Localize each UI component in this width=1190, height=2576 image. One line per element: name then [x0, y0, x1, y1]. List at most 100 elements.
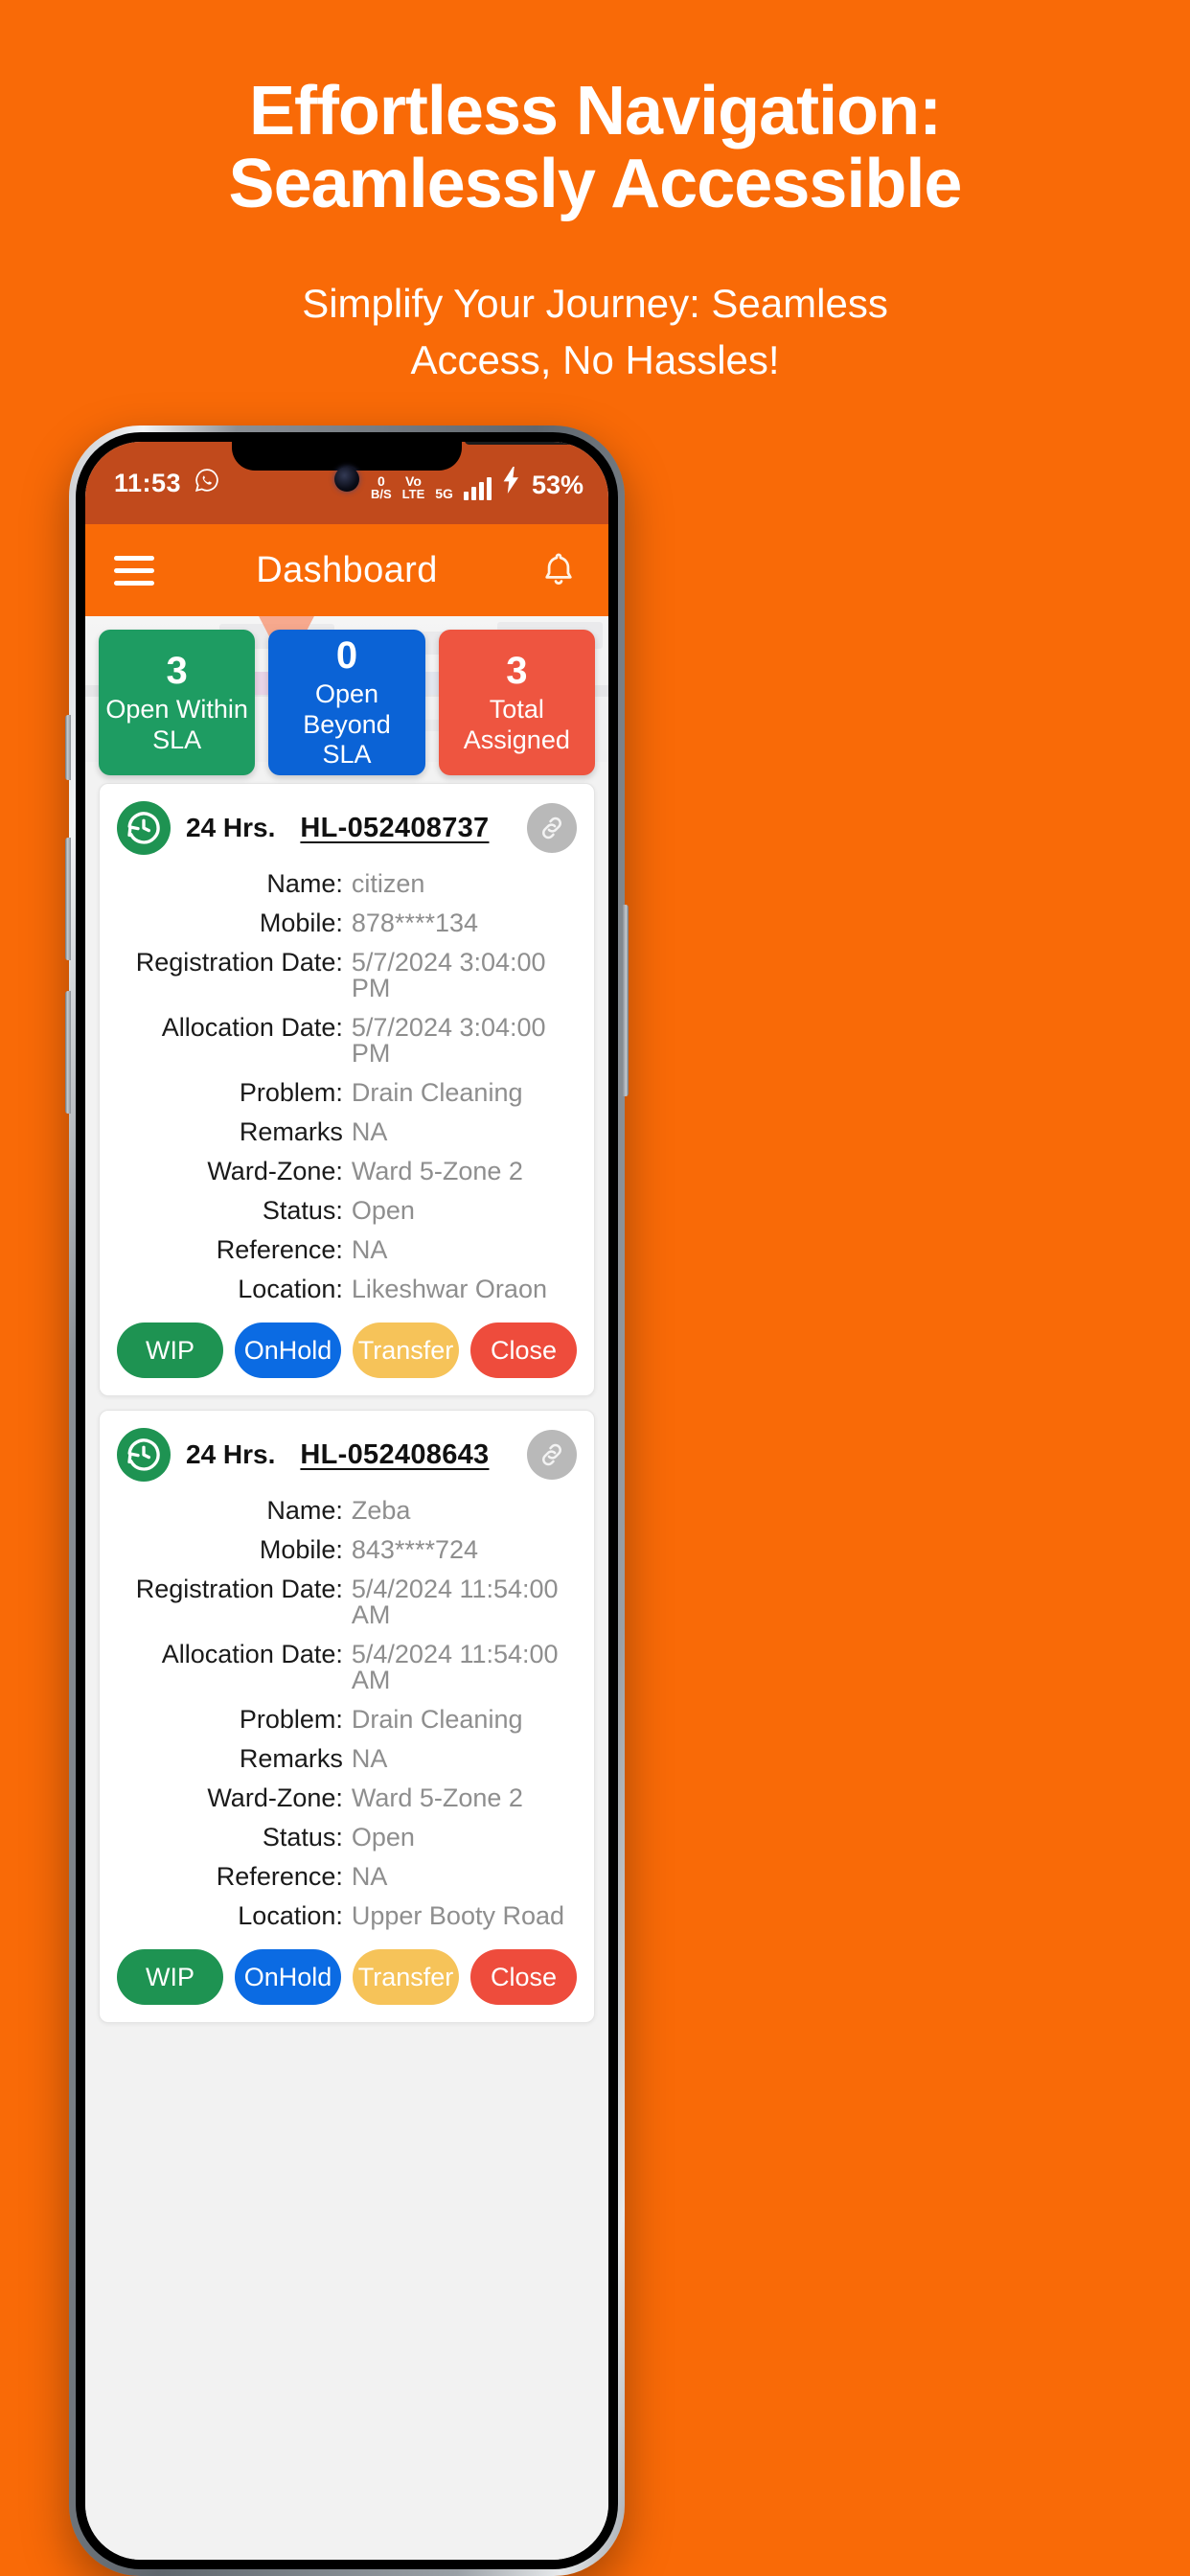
- phone-volume-up-button: [65, 838, 71, 960]
- ticket-detail-row: Location: Likeshwar Oraon: [113, 1270, 581, 1309]
- field-label: Location:: [238, 1901, 343, 1930]
- stat-label: Total Assigned: [463, 694, 570, 754]
- stat-card-2[interactable]: 0 Open Beyond SLA: [268, 630, 425, 775]
- field-value: 5/7/2024 3:04:00 PM: [351, 948, 546, 1002]
- field-label: Name:: [266, 1496, 343, 1525]
- field-value: NA: [351, 1744, 388, 1773]
- phone-volume-down-button: [65, 991, 71, 1114]
- link-chain-icon[interactable]: [527, 803, 577, 853]
- stat-value: 0: [335, 633, 358, 677]
- status-bar-right: 0 B/S Vo LTE 5G 53%: [371, 466, 584, 500]
- field-label: Ward-Zone:: [207, 1783, 343, 1812]
- ticket-detail-row: Mobile: 843****724: [113, 1530, 581, 1570]
- status-bar-left: 11:53: [114, 468, 219, 499]
- ticket-detail-row: Registration Date: 5/7/2024 3:04:00 PM: [113, 943, 581, 1008]
- ticket-detail-row: Ward-Zone: Ward 5-Zone 2: [113, 1152, 581, 1191]
- charging-bolt-icon: [502, 466, 521, 500]
- ticket-detail-row: Location: Upper Booty Road: [113, 1897, 581, 1936]
- link-chain-icon[interactable]: [527, 1430, 577, 1480]
- ticket-detail-row: Remarks NA: [113, 1113, 581, 1152]
- phone-power-button: [623, 905, 629, 1096]
- ticket-detail-row: Problem: Drain Cleaning: [113, 1700, 581, 1739]
- stat-card-row: 3 Open Within SLA 0 Open Beyond SLA 3 Total Assi…: [85, 630, 608, 775]
- whatsapp-icon: [195, 468, 219, 499]
- ticket-detail-row: Remarks NA: [113, 1739, 581, 1779]
- onhold-button[interactable]: OnHold: [235, 1949, 341, 2005]
- ticket-detail-row: Name: Zeba: [113, 1491, 581, 1530]
- field-label: Registration Date:: [135, 1575, 343, 1603]
- earpiece-speaker: [465, 442, 580, 445]
- phone-frame: 11:53 0 B/S Vo LTE 5G 53% Dashboard 3 Op…: [65, 426, 629, 2576]
- stat-value: 3: [166, 649, 188, 692]
- stat-label: Open Beyond SLA: [303, 678, 391, 770]
- ticket-detail-row: Reference: NA: [113, 1230, 581, 1270]
- field-value: NA: [351, 1862, 388, 1891]
- transfer-button[interactable]: Transfer: [353, 1949, 459, 2005]
- onhold-button[interactable]: OnHold: [235, 1322, 341, 1378]
- app-content: 3 Open Within SLA 0 Open Beyond SLA 3 Total Assi…: [85, 616, 608, 2560]
- close-button[interactable]: Close: [470, 1949, 577, 2005]
- field-label: Ward-Zone:: [207, 1157, 343, 1185]
- field-value: NA: [351, 1117, 388, 1146]
- ticket-header: 24 Hrs. HL-052408737: [113, 799, 581, 861]
- ticket-detail-row: Ward-Zone: Ward 5-Zone 2: [113, 1779, 581, 1818]
- field-label: Problem:: [239, 1078, 343, 1107]
- status-bar-clock: 11:53: [114, 468, 182, 497]
- promo-title-line-1: Effortless Navigation:: [248, 73, 942, 150]
- field-label: Registration Date:: [135, 948, 343, 977]
- field-label: Problem:: [239, 1705, 343, 1734]
- ticket-detail-row: Reference: NA: [113, 1857, 581, 1897]
- signal-strength-icon: [463, 476, 492, 500]
- field-value: NA: [351, 1235, 388, 1264]
- field-label: Mobile:: [259, 908, 343, 937]
- stat-value: 3: [506, 649, 528, 692]
- stat-label: Open Within SLA: [105, 694, 248, 754]
- ticket-detail-row: Mobile: 878****134: [113, 904, 581, 943]
- field-value: Drain Cleaning: [351, 1078, 523, 1107]
- field-value: 878****134: [351, 908, 479, 937]
- history-clock-icon: [117, 1428, 171, 1482]
- field-label: Mobile:: [259, 1535, 343, 1564]
- app-bar: Dashboard: [85, 524, 608, 616]
- field-label: Remarks: [239, 1744, 343, 1773]
- close-button[interactable]: Close: [470, 1322, 577, 1378]
- ticket-card[interactable]: 24 Hrs. HL-052408737 Name: citizen Mobile: 87…: [99, 783, 595, 1396]
- ticket-action-row: WIP OnHold Transfer Close: [113, 1949, 581, 2005]
- field-label: Allocation Date:: [161, 1013, 343, 1042]
- history-clock-icon: [117, 801, 171, 855]
- status-bar: 11:53 0 B/S Vo LTE 5G 53%: [85, 442, 608, 524]
- field-label: Reference:: [216, 1235, 343, 1264]
- ticket-sla-hours: 24 Hrs.: [186, 813, 276, 842]
- transfer-button[interactable]: Transfer: [353, 1322, 459, 1378]
- field-value: Ward 5-Zone 2: [351, 1157, 523, 1185]
- phone-screen: 11:53 0 B/S Vo LTE 5G 53% Dashboard 3 Op…: [85, 442, 608, 2560]
- field-value: citizen: [351, 869, 425, 898]
- field-label: Name:: [266, 869, 343, 898]
- field-label: Allocation Date:: [161, 1640, 343, 1668]
- hamburger-menu-icon[interactable]: [114, 555, 154, 586]
- phone-mockup: 11:53 0 B/S Vo LTE 5G 53% Dashboard 3 Op…: [65, 426, 1121, 2576]
- ticket-detail-rows: Name: citizen Mobile: 878****134 Registratio…: [113, 864, 581, 1309]
- field-value: Upper Booty Road: [351, 1901, 565, 1930]
- battery-percentage: 53%: [531, 470, 584, 499]
- ticket-id-link[interactable]: HL-052408737: [300, 813, 489, 844]
- field-value: Open: [351, 1196, 415, 1225]
- ticket-list[interactable]: 24 Hrs. HL-052408737 Name: citizen Mobile: 87…: [85, 775, 608, 2560]
- wip-button[interactable]: WIP: [117, 1949, 223, 2005]
- ticket-detail-row: Name: citizen: [113, 864, 581, 904]
- field-label: Status:: [262, 1196, 343, 1225]
- field-label: Status:: [262, 1823, 343, 1852]
- ticket-card[interactable]: 24 Hrs. HL-052408643 Name: Zeba Mobile: 843**…: [99, 1410, 595, 2023]
- phone-silent-switch: [65, 715, 71, 780]
- field-value: Drain Cleaning: [351, 1705, 523, 1734]
- promo-subtitle-line-1: Simplify Your Journey: Seamless: [302, 280, 888, 326]
- ticket-detail-row: Allocation Date: 5/7/2024 3:04:00 PM: [113, 1008, 581, 1073]
- notification-bell-icon[interactable]: [538, 549, 580, 591]
- field-value: Zeba: [351, 1496, 411, 1525]
- wip-button[interactable]: WIP: [117, 1322, 223, 1378]
- field-value: 843****724: [351, 1535, 479, 1564]
- ticket-id-link[interactable]: HL-052408643: [300, 1439, 489, 1471]
- stat-card-1[interactable]: 3 Open Within SLA: [99, 630, 256, 775]
- stat-card-3[interactable]: 3 Total Assigned: [438, 630, 595, 775]
- ticket-sla-hours: 24 Hrs.: [186, 1439, 276, 1469]
